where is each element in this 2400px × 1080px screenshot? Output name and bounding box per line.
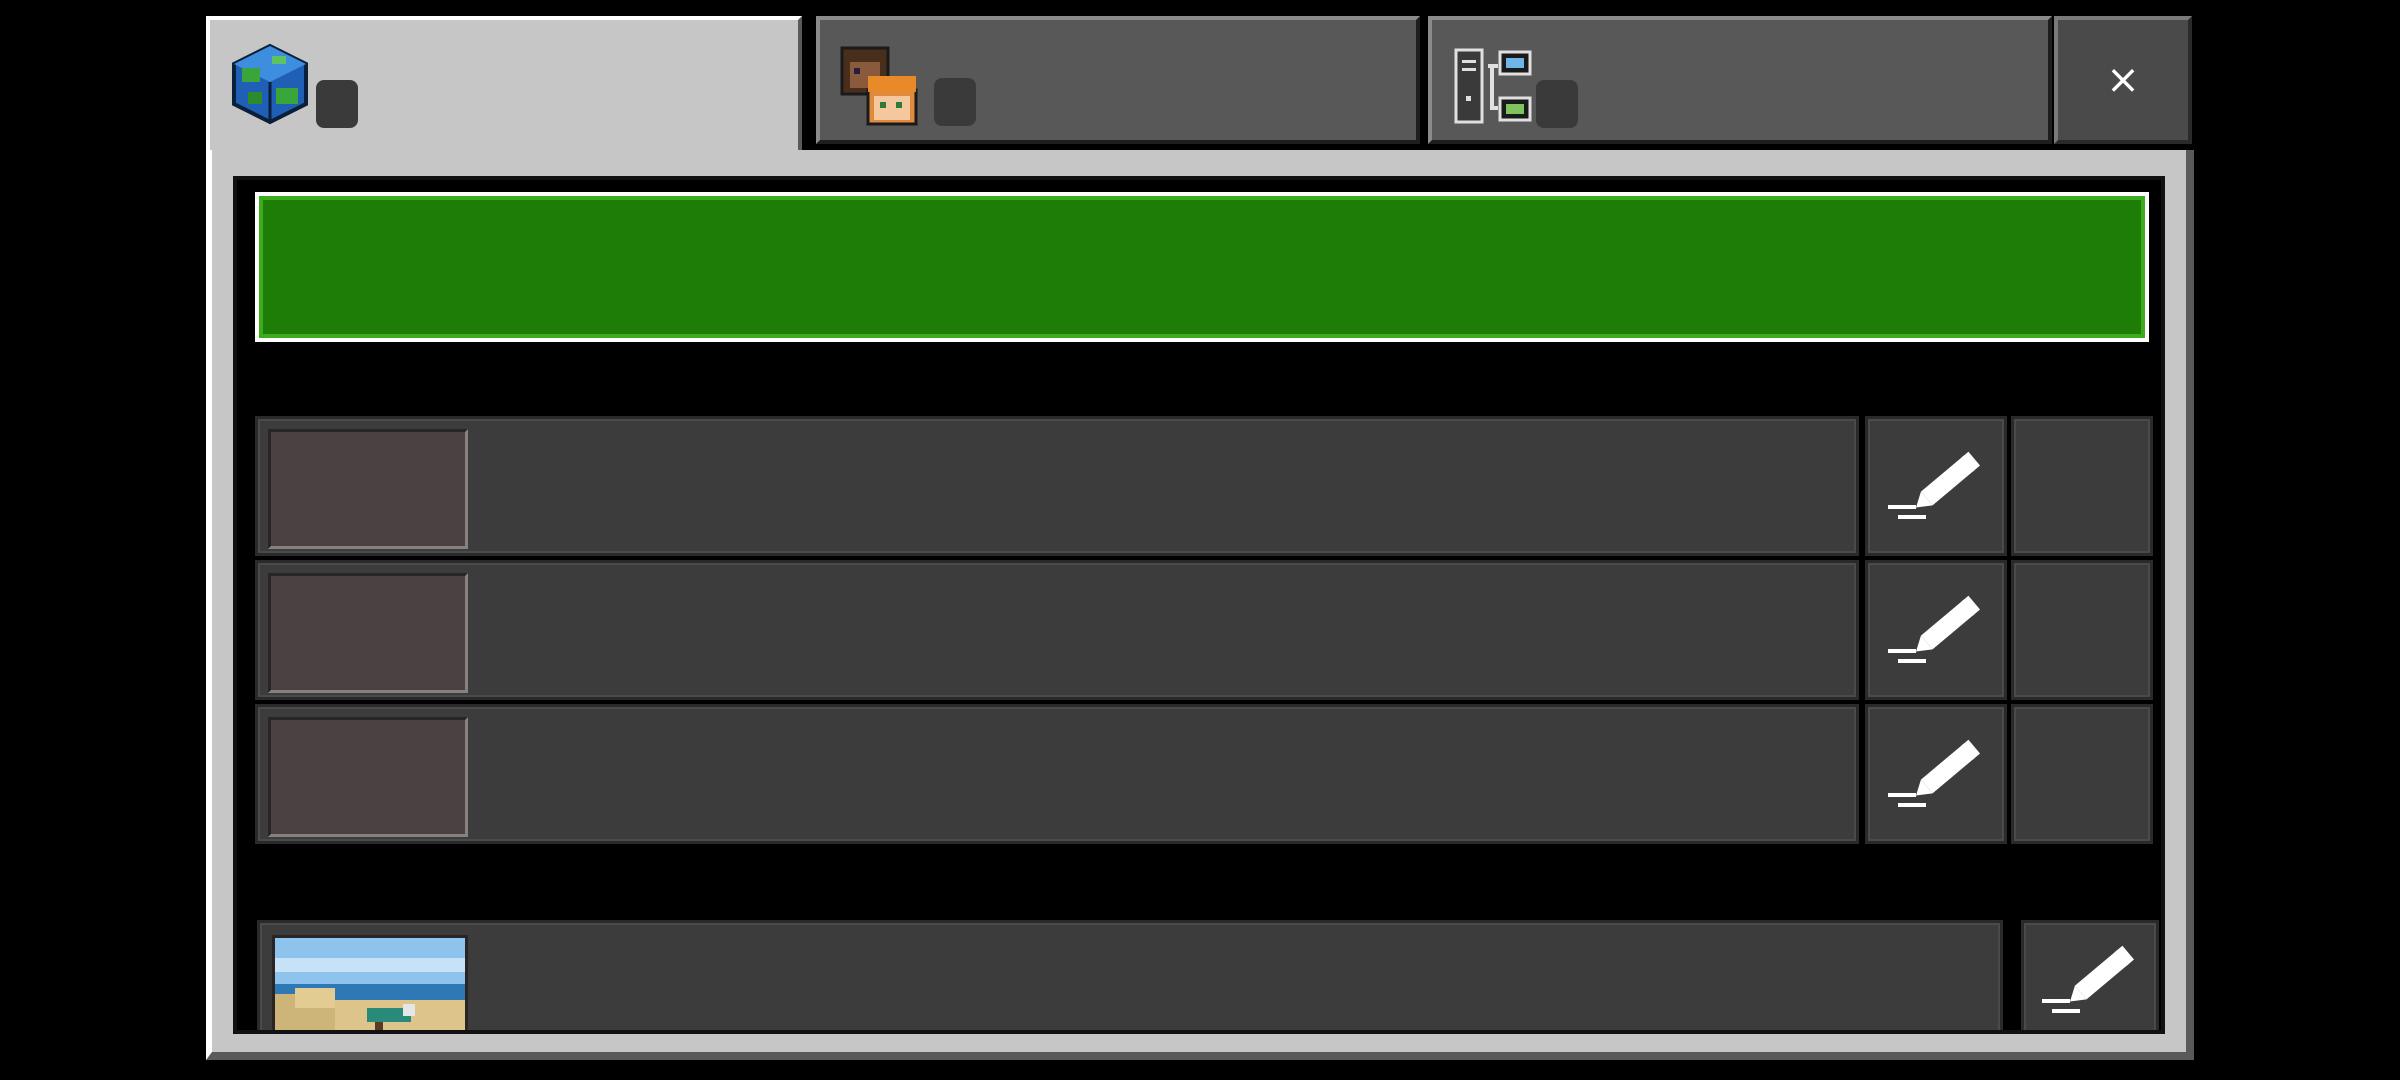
world-thumbnail <box>268 573 468 693</box>
tab-worlds[interactable] <box>206 16 802 156</box>
beach-scene-image <box>275 938 465 1030</box>
worlds-list[interactable] <box>233 176 2165 1034</box>
tab-badge <box>934 78 976 126</box>
players-faces-icon <box>840 46 918 126</box>
edit-button[interactable] <box>1865 416 2007 556</box>
edit-button[interactable] <box>1865 704 2007 844</box>
world-row[interactable] <box>255 560 1859 700</box>
world-thumbnail <box>268 429 468 549</box>
pencil-edit-icon <box>1888 451 1981 519</box>
pencil-edit-icon <box>1888 595 1981 663</box>
world-row[interactable] <box>257 920 2003 1030</box>
world-row[interactable] <box>255 416 1859 556</box>
close-icon: × <box>2106 57 2140 103</box>
tab-friends[interactable] <box>816 16 1420 144</box>
tab-badge <box>1536 80 1578 128</box>
edit-button[interactable] <box>1865 560 2007 700</box>
create-new-button[interactable] <box>255 192 2149 342</box>
edit-button[interactable] <box>2021 920 2159 1030</box>
pencil-edit-icon <box>1888 739 1981 807</box>
more-options-button[interactable] <box>2011 416 2153 556</box>
globe-world-icon <box>232 43 308 125</box>
more-options-button[interactable] <box>2011 704 2153 844</box>
tab-badge <box>316 80 358 128</box>
world-row[interactable] <box>255 704 1859 844</box>
pencil-edit-icon <box>2042 945 2135 1013</box>
more-options-button[interactable] <box>2011 560 2153 700</box>
world-thumbnail <box>272 935 468 1030</box>
world-thumbnail <box>268 717 468 837</box>
server-network-icon <box>1454 48 1532 124</box>
tab-servers[interactable] <box>1428 16 2052 144</box>
close-button[interactable]: × <box>2054 16 2192 144</box>
